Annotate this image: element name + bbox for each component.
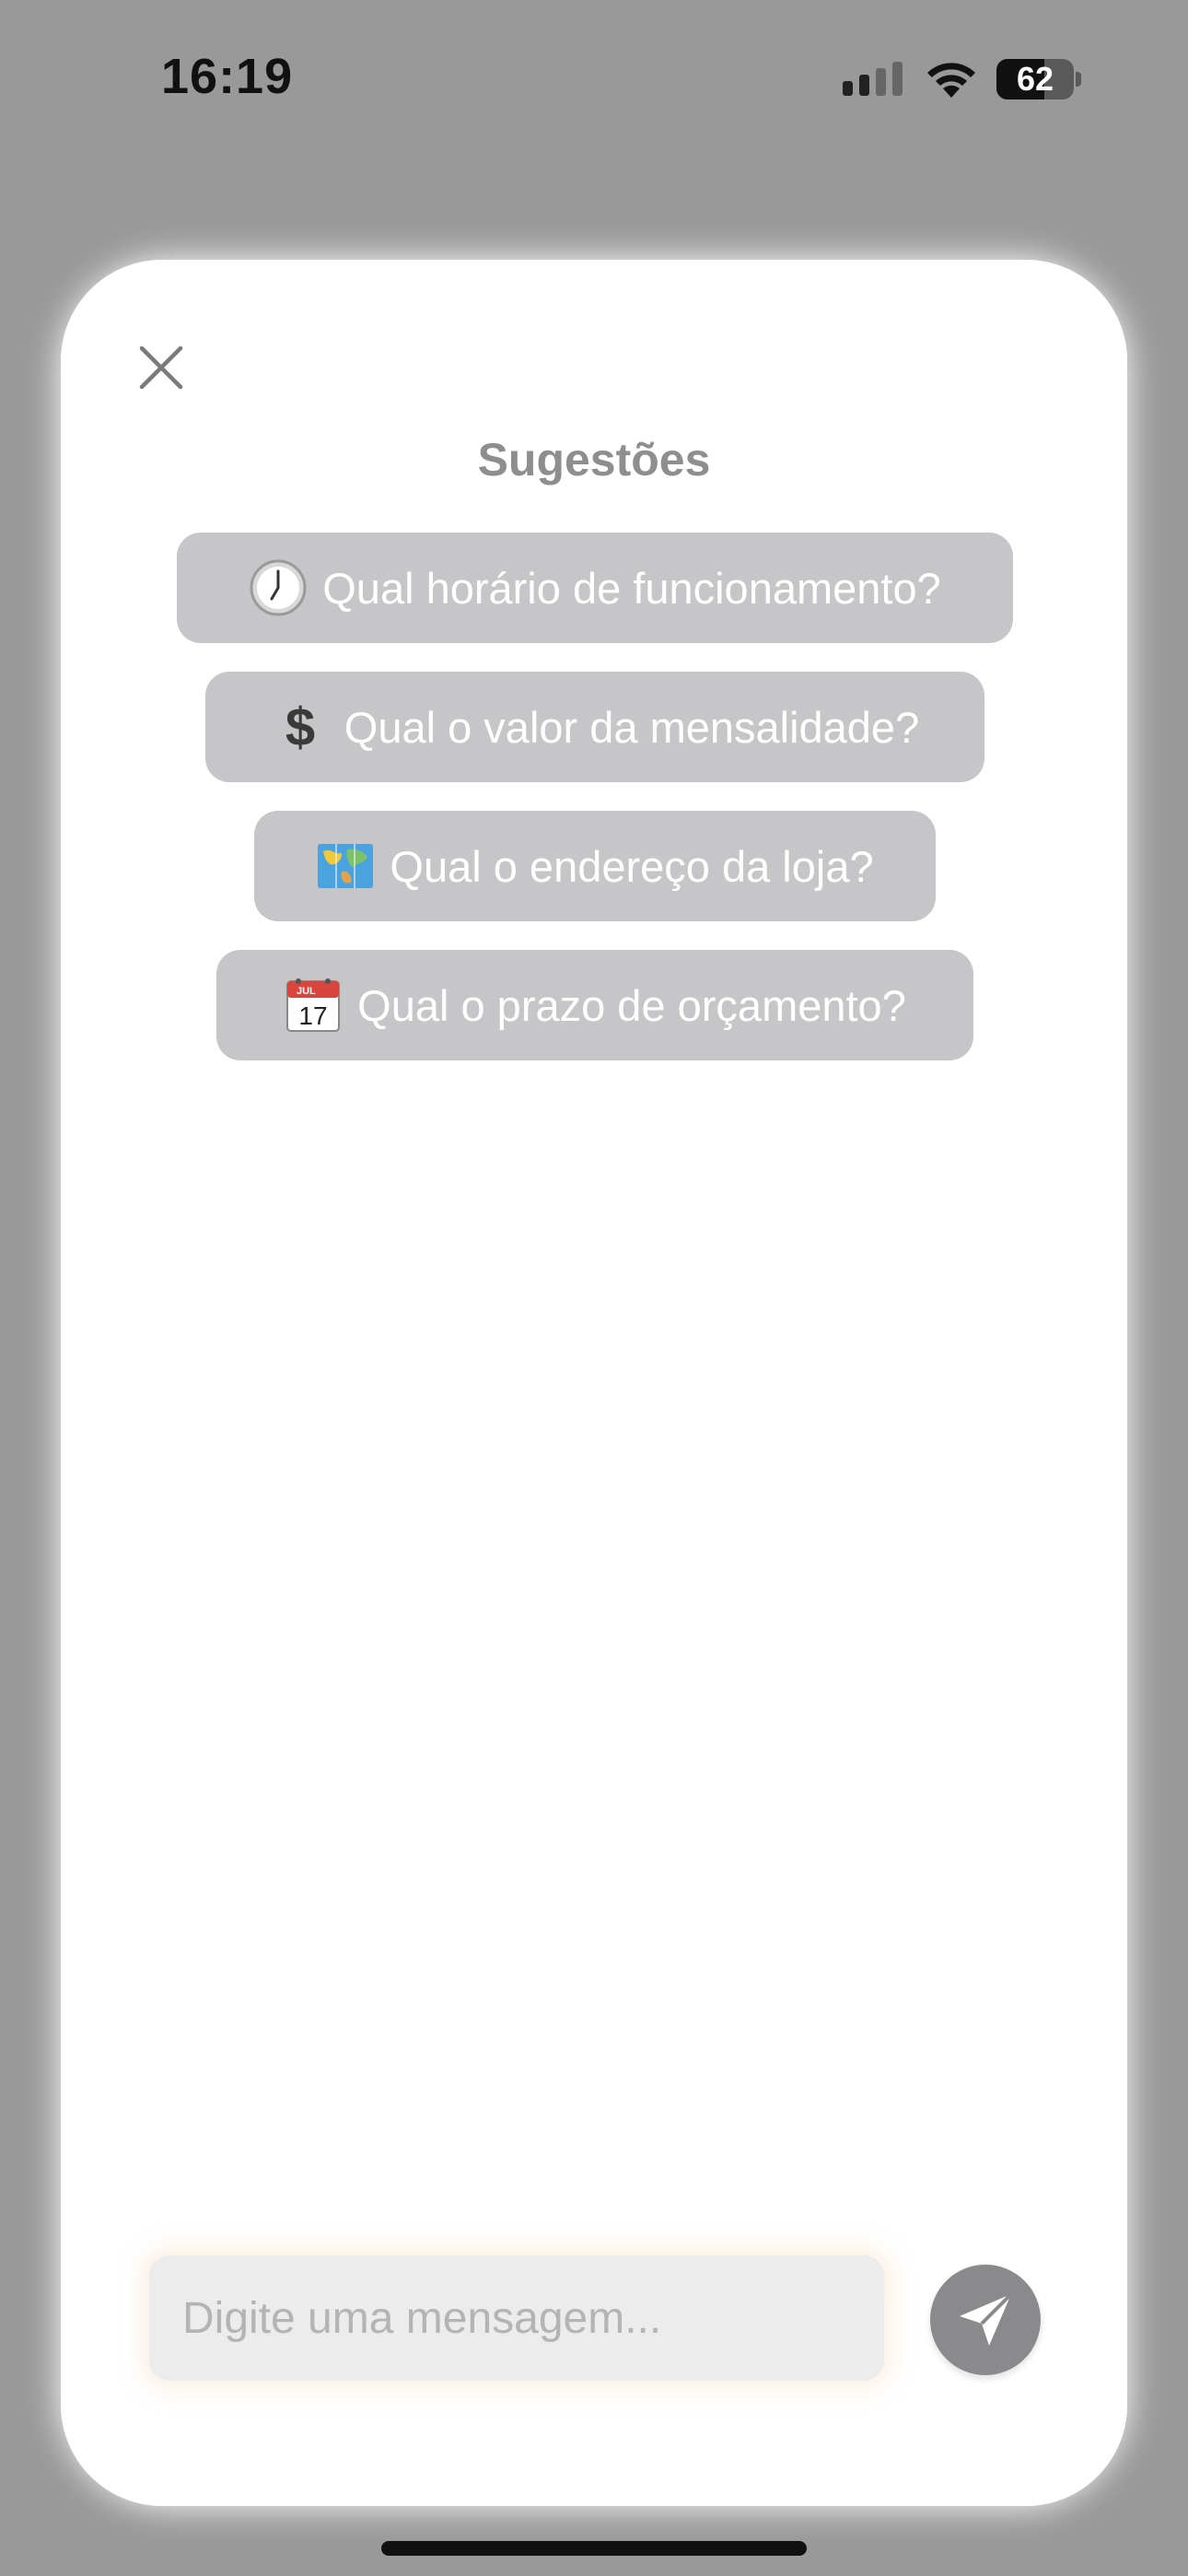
battery-icon: 62 bbox=[996, 59, 1081, 100]
suggestion-label: Qual horário de funcionamento? bbox=[322, 563, 941, 613]
message-input[interactable] bbox=[149, 2255, 884, 2381]
suggestion-chip-price[interactable]: $ Qual o valor da mensalidade? bbox=[205, 672, 984, 782]
phone-screen: 16:19 62 Sugestões Qual horário de funci… bbox=[0, 0, 1188, 2576]
send-icon bbox=[960, 2292, 1013, 2346]
wifi-icon bbox=[927, 63, 975, 98]
suggestion-label: Qual o endereço da loja? bbox=[390, 841, 874, 891]
svg-text:$: $ bbox=[285, 697, 315, 756]
send-button[interactable] bbox=[930, 2265, 1041, 2375]
suggestion-chip-deadline[interactable]: JUL 17 Qual o prazo de orçamento? bbox=[216, 950, 973, 1060]
map-icon bbox=[318, 844, 374, 888]
status-time: 16:19 bbox=[161, 49, 294, 104]
close-icon[interactable] bbox=[136, 343, 186, 392]
calendar-day: 17 bbox=[299, 1001, 328, 1030]
suggestion-chip-hours[interactable]: Qual horário de funcionamento? bbox=[177, 533, 1013, 643]
suggestion-label: Qual o prazo de orçamento? bbox=[357, 980, 906, 1030]
home-indicator[interactable] bbox=[381, 2541, 807, 2556]
calendar-icon: JUL 17 bbox=[286, 978, 341, 1032]
dialog-title: Sugestões bbox=[477, 434, 711, 486]
suggestion-chip-address[interactable]: Qual o endereço da loja? bbox=[254, 811, 936, 921]
status-bar: 16:19 62 bbox=[0, 0, 1188, 157]
suggestion-label: Qual o valor da mensalidade? bbox=[344, 702, 920, 752]
cellular-signal-icon bbox=[843, 62, 903, 96]
clock-icon bbox=[250, 559, 307, 616]
dollar-icon: $ bbox=[285, 697, 315, 756]
battery-percent: 62 bbox=[1016, 60, 1054, 98]
calendar-month: JUL bbox=[297, 986, 316, 997]
